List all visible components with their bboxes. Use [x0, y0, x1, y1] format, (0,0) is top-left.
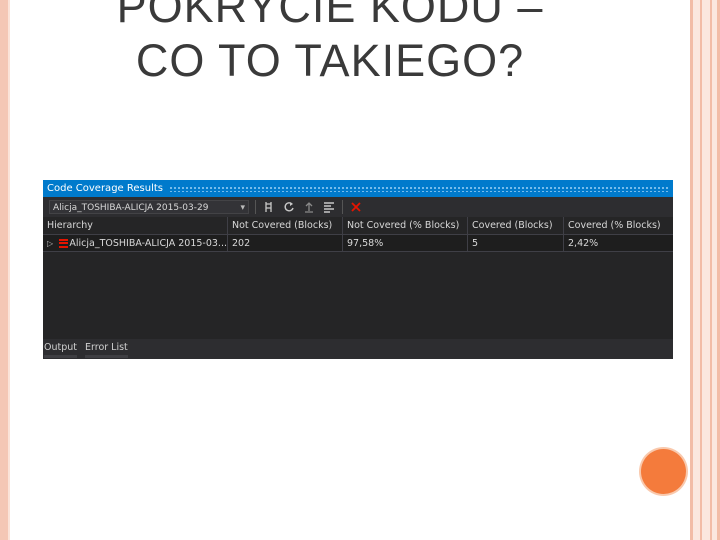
- toolbar-separator: [255, 200, 256, 214]
- column-header-covered-blocks[interactable]: Covered (Blocks): [468, 217, 564, 234]
- covered-pct-cell: 2,42%: [568, 237, 599, 249]
- bottom-tab-bar: Output Error List: [43, 339, 673, 359]
- table-row[interactable]: ▷ Alicja_TOSHIBA-ALICJA 2015-03... 202 9…: [43, 235, 673, 252]
- delete-icon[interactable]: [349, 200, 363, 214]
- column-header-covered-pct[interactable]: Covered (% Blocks): [564, 217, 673, 234]
- right-border-line: [700, 0, 702, 540]
- slide-title-line-2: CO TO TAKIEGO?: [135, 35, 525, 86]
- chevron-down-icon: ▾: [240, 203, 245, 213]
- export-icon[interactable]: [262, 200, 276, 214]
- right-border-band: [690, 0, 720, 540]
- covered-blocks-cell: 5: [468, 235, 564, 251]
- right-border-line: [690, 0, 693, 540]
- tab-error-list[interactable]: Error List: [85, 339, 128, 358]
- left-border-decoration: [0, 0, 8, 540]
- toolbar-separator: [342, 200, 343, 214]
- coverage-result-icon: [59, 238, 69, 248]
- grid-header-row: Hierarchy Not Covered (Blocks) Not Cover…: [43, 217, 673, 235]
- slide-title: POKRYCIE KODU – CO TO TAKIEGO?: [60, 0, 600, 88]
- not-covered-blocks-cell: 202: [228, 235, 343, 251]
- grid-empty-area: [43, 252, 673, 324]
- right-border-line: [710, 0, 712, 540]
- column-header-not-covered-blocks[interactable]: Not Covered (Blocks): [228, 217, 343, 234]
- import-icon[interactable]: [302, 200, 316, 214]
- hierarchy-cell: ▷ Alicja_TOSHIBA-ALICJA 2015-03...: [43, 235, 228, 251]
- panel-title: Code Coverage Results: [47, 183, 163, 194]
- coloring-icon[interactable]: [322, 200, 336, 214]
- left-border-inner-decoration: [8, 0, 10, 540]
- coverage-run-select-value: Alicja_TOSHIBA-ALICJA 2015-03-29 22_06_5: [53, 203, 209, 227]
- expand-arrow-icon[interactable]: ▷: [47, 239, 53, 248]
- code-coverage-panel: Code Coverage Results Alicja_TOSHIBA-ALI…: [43, 180, 673, 359]
- not-covered-pct-cell: 97,58%: [343, 235, 468, 251]
- tab-output[interactable]: Output: [44, 339, 77, 358]
- coverage-run-select[interactable]: Alicja_TOSHIBA-ALICJA 2015-03-29 22_06_5…: [49, 200, 249, 227]
- hierarchy-label: Alicja_TOSHIBA-ALICJA 2015-03...: [69, 237, 227, 249]
- panel-toolbar: Alicja_TOSHIBA-ALICJA 2015-03-29 22_06_5…: [43, 197, 673, 227]
- decorative-orange-circle: [641, 449, 686, 494]
- coverage-grid: Hierarchy Not Covered (Blocks) Not Cover…: [43, 217, 673, 324]
- refresh-icon[interactable]: [282, 200, 296, 214]
- column-header-hierarchy[interactable]: Hierarchy: [43, 217, 228, 234]
- slide-title-line-1: POKRYCIE KODU –: [116, 0, 544, 32]
- panel-titlebar: Code Coverage Results: [43, 180, 673, 197]
- titlebar-grip[interactable]: [168, 185, 669, 192]
- column-header-not-covered-pct[interactable]: Not Covered (% Blocks): [343, 217, 468, 234]
